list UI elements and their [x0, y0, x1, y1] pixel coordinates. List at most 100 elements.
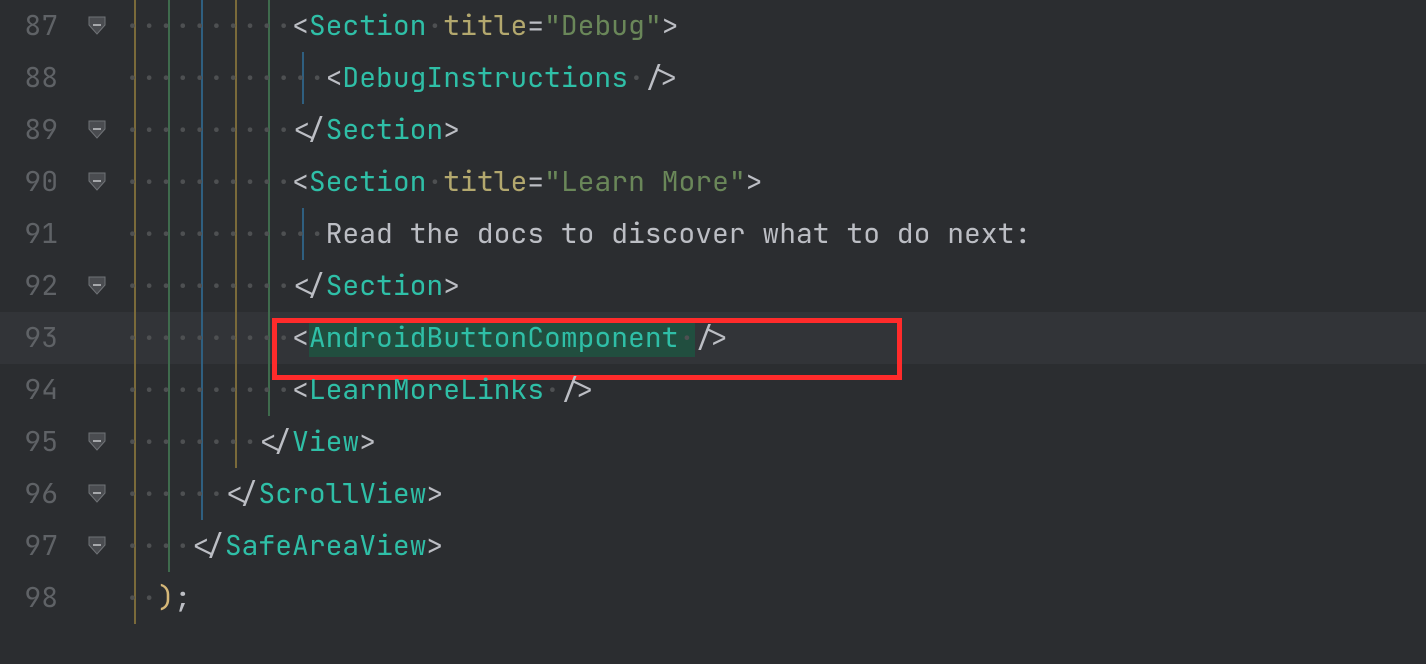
code-line-94[interactable]: 94 ··········<LearnMoreLinks·/>	[0, 364, 1426, 416]
code-text[interactable]: ······</ScrollView>	[124, 468, 1426, 520]
code-line-92[interactable]: 92 ··········</Section>	[0, 260, 1426, 312]
fold-collapse-icon[interactable]	[85, 534, 109, 558]
token-tag: LearnMoreLinks	[309, 371, 544, 408]
code-line-95[interactable]: 95 ········</View>	[0, 416, 1426, 468]
indent-whitespace: ············	[124, 215, 326, 252]
indent-whitespace: ····	[124, 527, 191, 564]
indent-whitespace: ··········	[124, 371, 292, 408]
token-whitespace: ·	[544, 371, 561, 408]
code-text[interactable]: ··········<LearnMoreLinks·/>	[124, 364, 1426, 416]
token-tag: Section	[326, 111, 444, 148]
code-line-89[interactable]: 89 ··········</Section>	[0, 104, 1426, 156]
fold-gutter	[70, 208, 124, 260]
code-text[interactable]: ··);	[124, 572, 1426, 624]
fold-gutter	[70, 364, 124, 416]
code-editor[interactable]: 87 ··········<Section·title="Debug">88··…	[0, 0, 1426, 664]
token-punct: />	[645, 59, 679, 96]
code-line-96[interactable]: 96 ······</ScrollView>	[0, 468, 1426, 520]
code-line-87[interactable]: 87 ··········<Section·title="Debug">	[0, 0, 1426, 52]
line-number: 89	[0, 104, 70, 156]
code-text[interactable]: ··········</Section>	[124, 104, 1426, 156]
line-number: 95	[0, 416, 70, 468]
token-whitespace: ·	[426, 163, 443, 200]
token-punct: </	[292, 111, 326, 148]
token-punct: <	[292, 7, 309, 44]
code-text[interactable]: ··········<Section·title="Learn More">	[124, 156, 1426, 208]
token-attr: title	[443, 7, 527, 44]
line-number: 98	[0, 572, 70, 624]
code-line-93[interactable]: 93 ··········<AndroidButtonComponent·/>	[0, 312, 1426, 364]
line-number: 90	[0, 156, 70, 208]
fold-gutter	[70, 572, 124, 624]
line-number: 97	[0, 520, 70, 572]
code-line-90[interactable]: 90 ··········<Section·title="Learn More"…	[0, 156, 1426, 208]
code-line-98[interactable]: 98 ··);	[0, 572, 1426, 624]
code-line-88[interactable]: 88············<DebugInstructions·/>	[0, 52, 1426, 104]
indent-whitespace: ············	[124, 59, 326, 96]
line-number: 96	[0, 468, 70, 520]
code-line-91[interactable]: 91 ············Read the docs to discover …	[0, 208, 1426, 260]
token-punct: >	[443, 267, 460, 304]
token-whitespace: ·	[628, 59, 645, 96]
fold-gutter	[70, 52, 124, 104]
token-punct: </	[292, 267, 326, 304]
token-punct: >	[426, 527, 443, 564]
token-punct: ;	[174, 579, 191, 616]
token-punct: </	[225, 475, 259, 512]
fold-gutter[interactable]	[70, 260, 124, 312]
token-punct: />	[695, 319, 729, 356]
fold-gutter[interactable]	[70, 156, 124, 208]
line-number: 87	[0, 0, 70, 52]
token-punct: </	[258, 423, 292, 460]
token-punct: >	[662, 7, 679, 44]
token-tag: DebugInstructions	[342, 59, 628, 96]
line-number: 93	[0, 312, 70, 364]
code-line-97[interactable]: 97 ····</SafeAreaView>	[0, 520, 1426, 572]
fold-gutter[interactable]	[70, 416, 124, 468]
token-punct: <	[292, 371, 309, 408]
fold-collapse-icon[interactable]	[85, 274, 109, 298]
token-tag: Section	[309, 7, 427, 44]
code-text[interactable]: ····</SafeAreaView>	[124, 520, 1426, 572]
fold-gutter	[70, 312, 124, 364]
code-text[interactable]: ··········</Section>	[124, 260, 1426, 312]
code-text[interactable]: ········</View>	[124, 416, 1426, 468]
code-text[interactable]: ············Read the docs to discover wh…	[124, 208, 1426, 260]
indent-whitespace: ··········	[124, 267, 292, 304]
fold-collapse-icon[interactable]	[85, 430, 109, 454]
fold-gutter[interactable]	[70, 0, 124, 52]
indent-whitespace: ··········	[124, 319, 292, 356]
token-punct: </	[191, 527, 225, 564]
token-tag: View	[292, 423, 359, 460]
fold-gutter[interactable]	[70, 104, 124, 156]
token-punct: <	[292, 163, 309, 200]
token-tag: SafeAreaView	[225, 527, 427, 564]
line-number: 91	[0, 208, 70, 260]
code-text[interactable]: ············<DebugInstructions·/>	[124, 52, 1426, 104]
fold-collapse-icon[interactable]	[85, 482, 109, 506]
token-punct: >	[746, 163, 763, 200]
token-bracket: )	[158, 579, 175, 616]
indent-whitespace: ··········	[124, 111, 292, 148]
token-punct: />	[561, 371, 595, 408]
token-tag: AndroidButtonComponent	[309, 319, 679, 356]
token-punct: =	[527, 7, 544, 44]
fold-gutter[interactable]	[70, 468, 124, 520]
fold-gutter[interactable]	[70, 520, 124, 572]
code-text[interactable]: ··········<Section·title="Debug">	[124, 0, 1426, 52]
token-punct: =	[527, 163, 544, 200]
token-punct: >	[443, 111, 460, 148]
token-tag: Section	[309, 163, 427, 200]
indent-whitespace: ······	[124, 475, 225, 512]
fold-collapse-icon[interactable]	[85, 14, 109, 38]
indent-whitespace: ··········	[124, 7, 292, 44]
code-text[interactable]: ··········<AndroidButtonComponent·/>	[124, 312, 1426, 364]
token-string: "Learn More"	[544, 163, 746, 200]
indent-whitespace: ··········	[124, 163, 292, 200]
fold-collapse-icon[interactable]	[85, 170, 109, 194]
token-punct: >	[359, 423, 376, 460]
token-punct: <	[292, 319, 309, 356]
line-number: 92	[0, 260, 70, 312]
fold-collapse-icon[interactable]	[85, 118, 109, 142]
line-number: 94	[0, 364, 70, 416]
